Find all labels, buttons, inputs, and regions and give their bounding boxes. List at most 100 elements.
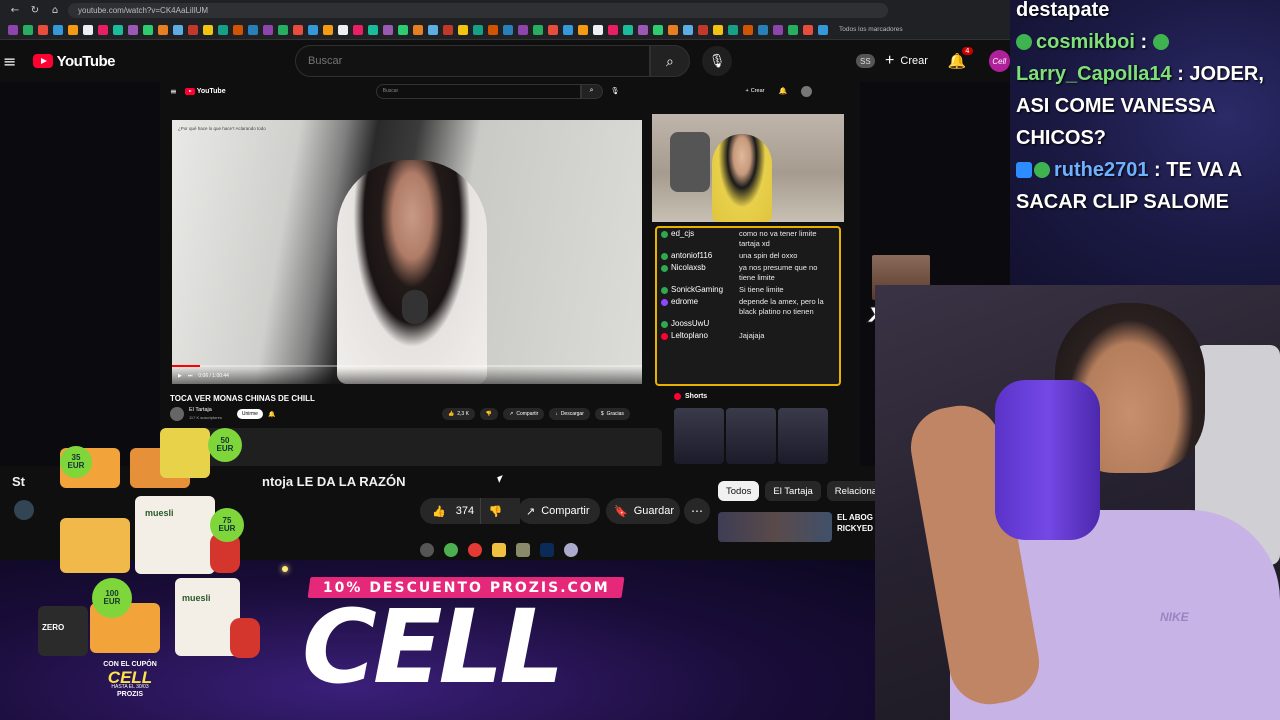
nested-search-button[interactable]: ⌕: [580, 83, 603, 99]
app-icon[interactable]: [564, 543, 578, 557]
photoshop-icon[interactable]: [540, 543, 554, 557]
bell-icon[interactable]: 🔔: [778, 87, 787, 95]
bookmark-icon[interactable]: [53, 24, 63, 35]
video-progress-bar[interactable]: [172, 365, 642, 367]
play-icon[interactable]: ▶: [178, 373, 182, 379]
recommended-title[interactable]: EL ABOG RICKYED: [837, 512, 877, 534]
bookmark-icon[interactable]: [503, 24, 513, 35]
share-button[interactable]: ↗ Compartir: [503, 408, 545, 420]
notifications-button[interactable]: 🔔 4: [948, 47, 973, 70]
share-button[interactable]: ↗ Compartir: [518, 498, 600, 524]
bookmark-icon[interactable]: [143, 24, 153, 35]
reload-icon[interactable]: ↻: [28, 5, 42, 16]
bookmark-icon[interactable]: [38, 24, 48, 35]
chrome-icon[interactable]: [468, 543, 482, 557]
bell-icon[interactable]: 🔔: [268, 411, 275, 418]
bookmark-icon[interactable]: [8, 24, 18, 35]
short-thumbnail[interactable]: [778, 408, 828, 464]
bookmark-icon[interactable]: [593, 24, 603, 35]
bookmark-icon[interactable]: [158, 24, 168, 35]
channel-avatar[interactable]: [170, 407, 184, 421]
bookmark-icon[interactable]: [128, 24, 138, 35]
bookmark-icon[interactable]: [698, 24, 708, 35]
account-avatar[interactable]: Cell: [988, 50, 1010, 72]
search-box[interactable]: [295, 45, 650, 77]
chip-todos[interactable]: Todos: [718, 481, 760, 501]
bookmark-icon[interactable]: [473, 24, 483, 35]
hamburger-menu-icon[interactable]: ≡: [170, 87, 177, 96]
bookmark-icon[interactable]: [413, 24, 423, 35]
next-icon[interactable]: ⏭: [188, 373, 193, 379]
bookmark-icon[interactable]: [233, 24, 243, 35]
more-actions-button[interactable]: ⋯: [684, 498, 710, 524]
create-button[interactable]: + Crear: [885, 52, 928, 70]
bookmark-icon[interactable]: [803, 24, 813, 35]
bookmark-icon[interactable]: [263, 24, 273, 35]
like-button[interactable]: 👍 2,3 K: [442, 408, 475, 420]
nested-youtube-logo[interactable]: YouTube: [184, 87, 226, 95]
nested-avatar[interactable]: [801, 85, 813, 97]
bookmark-icon[interactable]: [83, 24, 93, 35]
bookmark-icon[interactable]: [308, 24, 318, 35]
home-icon[interactable]: ⌂: [48, 5, 62, 16]
dislike-button[interactable]: 👎: [479, 408, 499, 420]
back-icon[interactable]: ←: [8, 5, 22, 16]
hamburger-menu-icon[interactable]: ≡: [3, 52, 19, 71]
short-thumbnail[interactable]: [674, 408, 724, 464]
bookmark-icon[interactable]: [743, 24, 753, 35]
bookmark-icon[interactable]: [638, 24, 648, 35]
address-bar[interactable]: youtube.com/watch?v=CK4AaLiIlUM: [68, 2, 888, 18]
search-button[interactable]: ⌕: [649, 45, 691, 77]
dislike-button[interactable]: 👎: [480, 498, 510, 524]
bookmark-icon[interactable]: [113, 24, 123, 35]
bookmark-icon[interactable]: [353, 24, 363, 35]
bookmark-icon[interactable]: [203, 24, 213, 35]
channel-name[interactable]: El Tartaja: [189, 407, 222, 414]
voice-search-button[interactable]: 🎙: [702, 46, 732, 76]
bookmark-icon[interactable]: [23, 24, 33, 35]
bookmark-icon[interactable]: [773, 24, 783, 35]
bookmark-icon[interactable]: [758, 24, 768, 35]
short-thumbnail[interactable]: [726, 408, 776, 464]
folder-icon[interactable]: [492, 543, 506, 557]
youtube-logo[interactable]: YouTube: [32, 53, 116, 70]
bookmark-icon[interactable]: [68, 24, 78, 35]
bookmark-icon[interactable]: [683, 24, 693, 35]
save-button[interactable]: 🔖 Guardar: [606, 498, 680, 524]
bookmark-icon[interactable]: [578, 24, 588, 35]
bookmark-icon[interactable]: [323, 24, 333, 35]
bookmark-icon[interactable]: [368, 24, 378, 35]
bookmark-icon[interactable]: [788, 24, 798, 35]
nested-video-player[interactable]: ¿Por qué hace lo que hace? Aclarando tod…: [172, 120, 642, 384]
bookmark-icon[interactable]: [548, 24, 558, 35]
bookmark-icon[interactable]: [488, 24, 498, 35]
bookmark-icon[interactable]: [818, 24, 828, 35]
bookmark-icon[interactable]: [623, 24, 633, 35]
bookmark-icon[interactable]: [293, 24, 303, 35]
nested-search-input[interactable]: Buscar: [375, 83, 581, 99]
bookmark-icon[interactable]: [338, 24, 348, 35]
app-icon[interactable]: [516, 543, 530, 557]
system-icon[interactable]: [420, 543, 434, 557]
nested-create-button[interactable]: + Crear: [746, 88, 765, 94]
bookmark-icon[interactable]: [188, 24, 198, 35]
bookmark-icon[interactable]: [383, 24, 393, 35]
bookmark-icon[interactable]: [278, 24, 288, 35]
bookmark-icon[interactable]: [173, 24, 183, 35]
recommended-thumbnail[interactable]: [718, 512, 832, 542]
microphone-icon[interactable]: 🎙: [611, 87, 620, 95]
bookmark-icon[interactable]: [218, 24, 228, 35]
bookmark-icon[interactable]: [458, 24, 468, 35]
thanks-button[interactable]: $ Gracias: [594, 408, 630, 420]
bookmark-icon[interactable]: [443, 24, 453, 35]
bookmark-icon[interactable]: [653, 24, 663, 35]
bookmark-icon[interactable]: [728, 24, 738, 35]
spotify-icon[interactable]: [444, 543, 458, 557]
bookmarks-folder-label[interactable]: Todos los marcadores: [839, 26, 903, 33]
bookmark-icon[interactable]: [713, 24, 723, 35]
ss-badge[interactable]: SS: [855, 54, 876, 68]
bookmark-icon[interactable]: [668, 24, 678, 35]
bookmark-icon[interactable]: [608, 24, 618, 35]
bookmark-icon[interactable]: [98, 24, 108, 35]
chip-el-tartaja[interactable]: El Tartaja: [765, 481, 821, 501]
